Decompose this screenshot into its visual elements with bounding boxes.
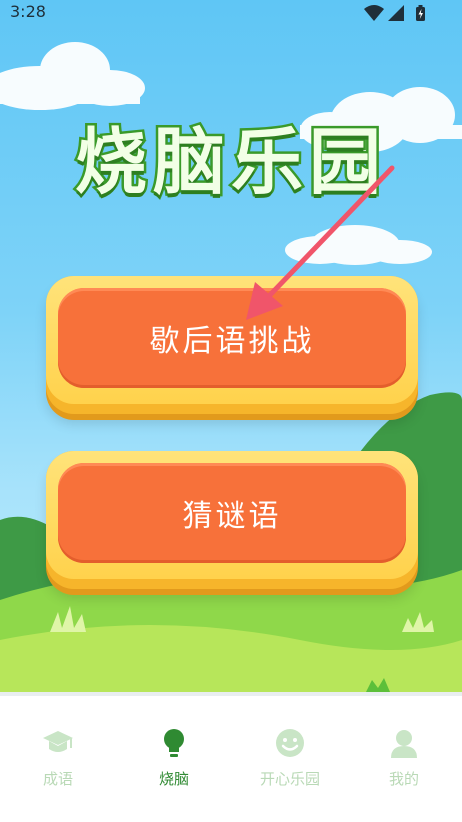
signal-icon — [388, 5, 404, 21]
page-title: 烧脑乐园 — [72, 117, 387, 207]
nav-label: 开心乐园 — [259, 770, 320, 788]
user-icon — [391, 730, 417, 758]
button-label: 猜谜语 — [182, 499, 282, 534]
nav-item-shaonao[interactable]: 烧脑 — [116, 726, 232, 796]
nav-item-mine[interactable]: 我的 — [346, 726, 462, 796]
riddle-button[interactable]: 猜谜语 — [46, 451, 418, 589]
lightbulb-icon — [164, 729, 184, 757]
battery-charging-icon — [416, 5, 425, 21]
graduation-cap-icon — [43, 731, 73, 752]
wifi-icon — [364, 5, 384, 21]
cloud — [285, 225, 432, 265]
button-face: 猜谜语 — [58, 463, 406, 563]
nav-item-chengyu[interactable]: 成语 — [0, 726, 116, 796]
bottom-nav: 成语 烧脑 开心乐园 我的 — [0, 692, 462, 822]
smiley-icon — [276, 729, 304, 757]
status-bar: 3:28 — [0, 0, 462, 26]
nav-label: 成语 — [42, 770, 73, 788]
nav-label: 我的 — [388, 770, 419, 788]
status-icons — [364, 5, 425, 21]
nav-label: 烧脑 — [158, 770, 189, 788]
status-time: 3:28 — [10, 2, 46, 21]
xiehouyu-challenge-button[interactable]: 歇后语挑战 — [46, 276, 418, 414]
cloud — [0, 42, 145, 110]
button-label: 歇后语挑战 — [149, 324, 315, 359]
button-face: 歇后语挑战 — [58, 288, 406, 388]
nav-item-kaixin-leyuan[interactable]: 开心乐园 — [232, 726, 348, 796]
app-screen: 3:28 烧脑乐园 歇后语挑战 猜谜语 成语 烧脑 开心乐园 我的 — [0, 0, 462, 822]
